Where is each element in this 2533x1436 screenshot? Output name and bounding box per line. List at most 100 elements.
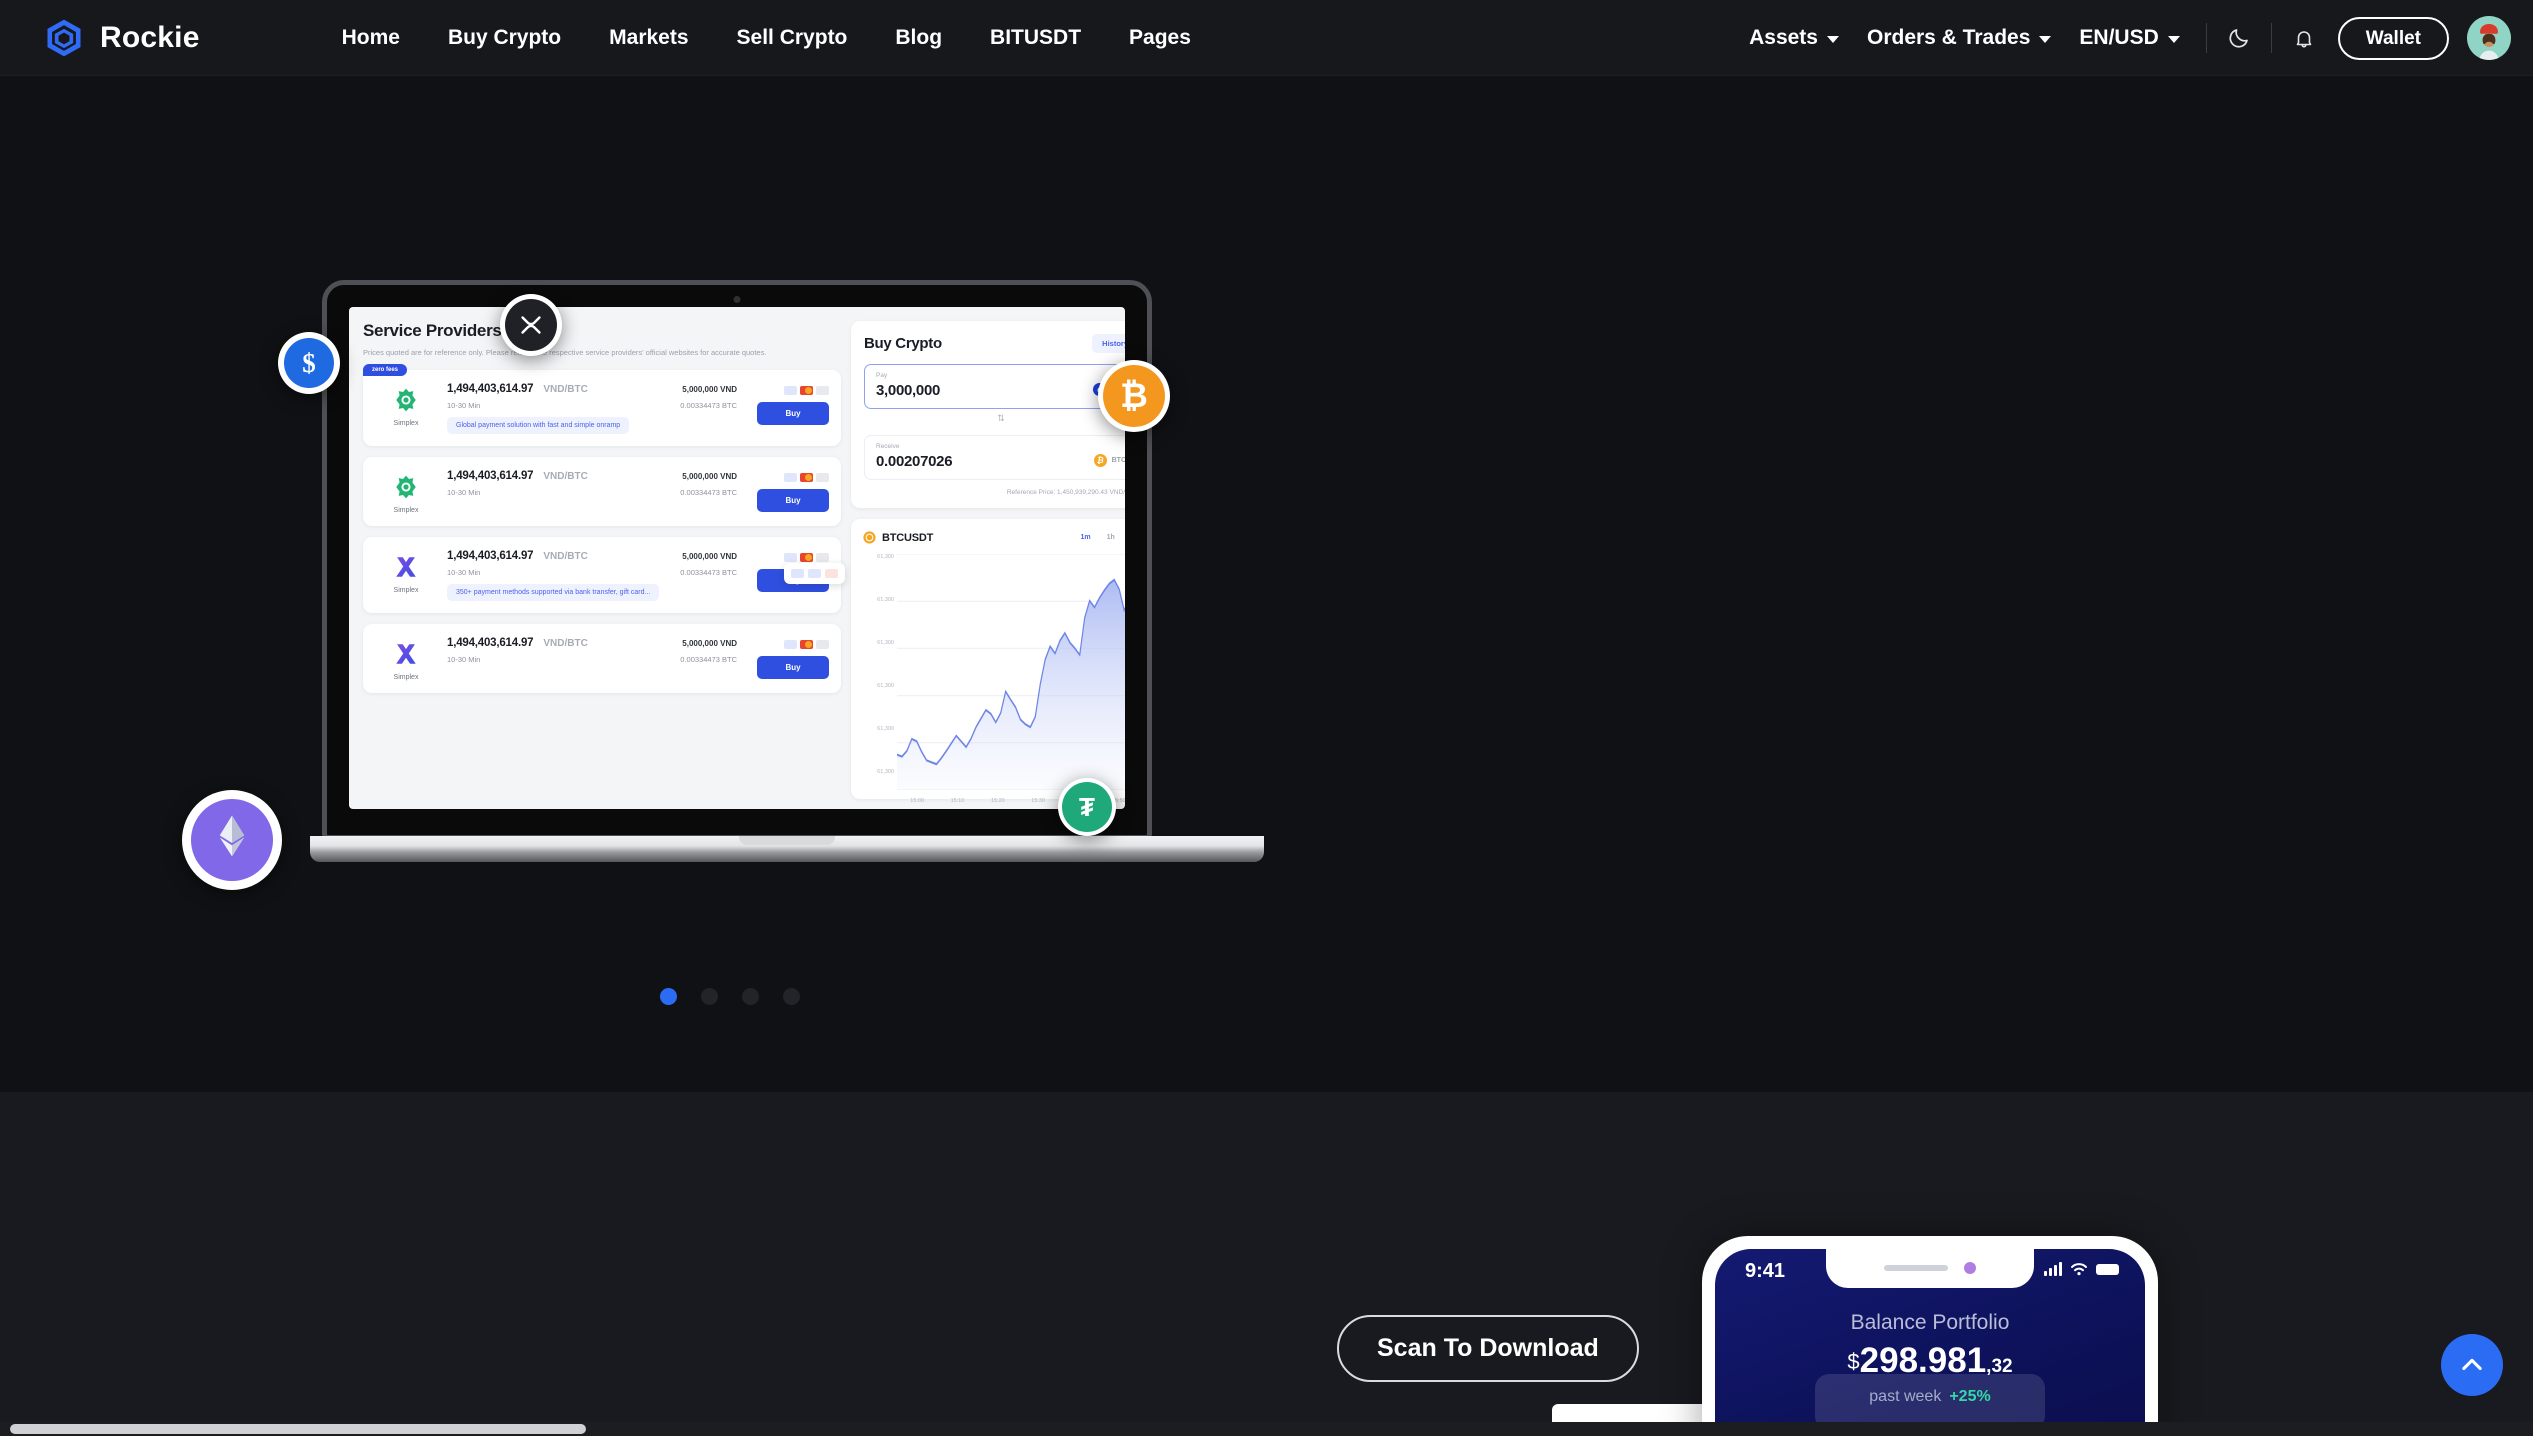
provider-actions: Buy [751,470,829,512]
avatar[interactable] [2467,16,2511,60]
chart-area: 15:00 15:10 15:20 15:30 15:40 15:50 [896,553,1125,804]
service-provider-row[interactable]: Simplex 1,494,403,614.97 VND/BTC 5,000,0… [363,536,845,613]
service-provider-row[interactable]: Simplex 1,494,403,614.97 VND/BTC 5,000,0… [363,623,841,693]
nav-item-home[interactable]: Home [318,0,424,76]
usd-coin-badge: $ [278,332,340,394]
scan-to-download-button[interactable]: Scan To Download [1337,1315,1639,1382]
navbar: Rockie Home Buy Crypto Markets Sell Cryp… [0,0,2533,76]
payment-option-icon[interactable] [825,568,838,578]
chart-area-fill [897,579,1125,790]
provider-receive: 0.00334473 BTC [680,487,737,497]
buy-crypto-title: Buy Crypto [864,335,942,352]
more-payments-icon [816,552,829,562]
service-provider-row[interactable]: Simplex 1,494,403,614.97 VND/BTC 5,000,0… [363,456,841,526]
provider-actions: Buy [751,383,829,425]
laptop-base-notch [739,836,835,845]
provider-name: Simplex [393,673,419,681]
pay-field[interactable]: Pay 3,000,000 đ VND [864,364,1125,409]
nav-item-blog[interactable]: Blog [871,0,966,76]
nav-dropdown-orders-trades[interactable]: Orders & Trades [1853,26,2065,50]
scroll-to-top-button[interactable] [2441,1334,2503,1396]
provider-receive: 0.00334473 BTC [680,654,737,664]
provider-actions: Buy [751,550,845,592]
carousel-dot-4[interactable] [783,988,800,1005]
receive-currency-selector[interactable]: ₿ BTC [1093,454,1125,470]
buy-button[interactable]: Buy [757,488,829,512]
phone-screen: 9:41 Balance Portfolio $298.981,32 past … [1715,1249,2145,1436]
nav-item-markets[interactable]: Markets [585,0,712,76]
speaker-icon [1884,1265,1948,1271]
y-tick: 61,300 [877,683,894,689]
nav-item-buy-crypto[interactable]: Buy Crypto [424,0,585,76]
chart-plot: 61,300 61,300 61,300 61,300 61,300 61,30… [863,553,1125,804]
brand-logo[interactable]: Rockie [42,16,200,60]
nav-dropdown-assets[interactable]: Assets [1735,26,1853,50]
nav-item-pages[interactable]: Pages [1105,0,1215,76]
carousel-dot-2[interactable] [701,988,718,1005]
ethereum-coin-badge [182,790,282,890]
scrollbar-thumb[interactable] [10,1424,586,1434]
brand-name: Rockie [100,20,200,54]
balance-portfolio: Balance Portfolio $298.981,32 past week +… [1715,1311,2145,1430]
user-avatar-icon [2467,16,2511,60]
more-payments-icon [816,385,829,395]
carousel-dot-3[interactable] [742,988,759,1005]
horizontal-scrollbar[interactable] [0,1422,2533,1436]
receive-input[interactable]: 0.00207026 [876,453,1094,470]
buy-crypto-card: Buy Crypto History Pay 3,000,000 đ [851,321,1125,508]
timeframe-1m[interactable]: 1m [1081,534,1091,541]
provider-info: Simplex [375,550,437,594]
provider-pair: VND/BTC [543,550,588,562]
payment-option-icon[interactable] [808,568,821,578]
chevron-down-icon [2039,36,2052,43]
nav-dropdown-language-currency-label: EN/USD [2079,26,2159,49]
history-button[interactable]: History [1092,334,1125,353]
carousel-dot-1[interactable] [660,988,677,1005]
provider-pair: VND/BTC [543,470,588,482]
provider-info: Simplex [375,637,437,681]
provider-amount: 5,000,000 VND [682,471,737,481]
mastercard-icon [800,552,813,562]
payment-methods [751,472,829,482]
pay-input[interactable]: 3,000,000 [876,382,1093,399]
timeframe-1h[interactable]: 1h [1107,534,1115,541]
y-tick: 61,300 [877,554,894,560]
carousel-dots [660,988,800,1005]
hero-section: Service Providers Prices quoted are for … [0,76,2533,1092]
buy-button[interactable]: Buy [757,401,829,425]
bitcoin-coin-badge: ₿ [1098,360,1170,432]
nav-item-bitusdt[interactable]: BITUSDT [966,0,1105,76]
phone-notch [1826,1249,2034,1288]
chevron-up-icon [2462,1358,2482,1371]
provider-tag: Global payment solution with fast and si… [447,416,630,434]
x-tick: 15:10 [950,798,965,804]
provider-quote: 1,494,403,614.97 VND/BTC 5,000,000 VND 1… [447,550,741,601]
provider-duration: 10-30 Min [447,400,481,410]
swap-vertical-icon[interactable]: ⇅ [864,413,1125,424]
usd-dollar-icon: $ [302,347,316,378]
tether-coin-badge: ₮ [1058,778,1116,836]
buy-button[interactable]: Buy [757,655,829,679]
reference-price: Reference Price: 1,450,939,290.43 VND/BT… [1006,489,1125,496]
main-nav: Home Buy Crypto Markets Sell Crypto Blog… [318,0,1215,76]
theme-toggle-button[interactable] [2219,18,2259,58]
nav-item-sell-crypto[interactable]: Sell Crypto [713,0,872,76]
receive-field[interactable]: Receive 0.00207026 ₿ BTC [864,435,1125,480]
bitcoin-icon: ₿ [1120,376,1148,415]
provider-receive: 0.00334473 BTC [680,400,737,410]
nav-dropdown-language-currency[interactable]: EN/USD [2065,26,2193,50]
provider-rate: 1,494,403,614.97 [447,549,534,562]
payment-methods [751,552,829,562]
ripple-xrp-coin-badge [500,294,562,356]
bell-icon [2296,31,2312,48]
notifications-button[interactable] [2284,18,2324,58]
provider-duration: 10-30 Min [447,487,481,497]
payment-option-icon[interactable] [791,568,804,578]
wallet-button[interactable]: Wallet [2337,16,2449,60]
chevron-down-icon [2167,36,2180,43]
balance-label: Balance Portfolio [1850,1311,2010,1334]
tether-icon: ₮ [1079,791,1095,822]
y-tick: 61,300 [877,726,894,732]
service-provider-row[interactable]: zero fees Simplex 1,494,403,614.97 VND/B… [363,363,841,446]
provider-rate: 1,494,403,614.97 [447,636,534,649]
